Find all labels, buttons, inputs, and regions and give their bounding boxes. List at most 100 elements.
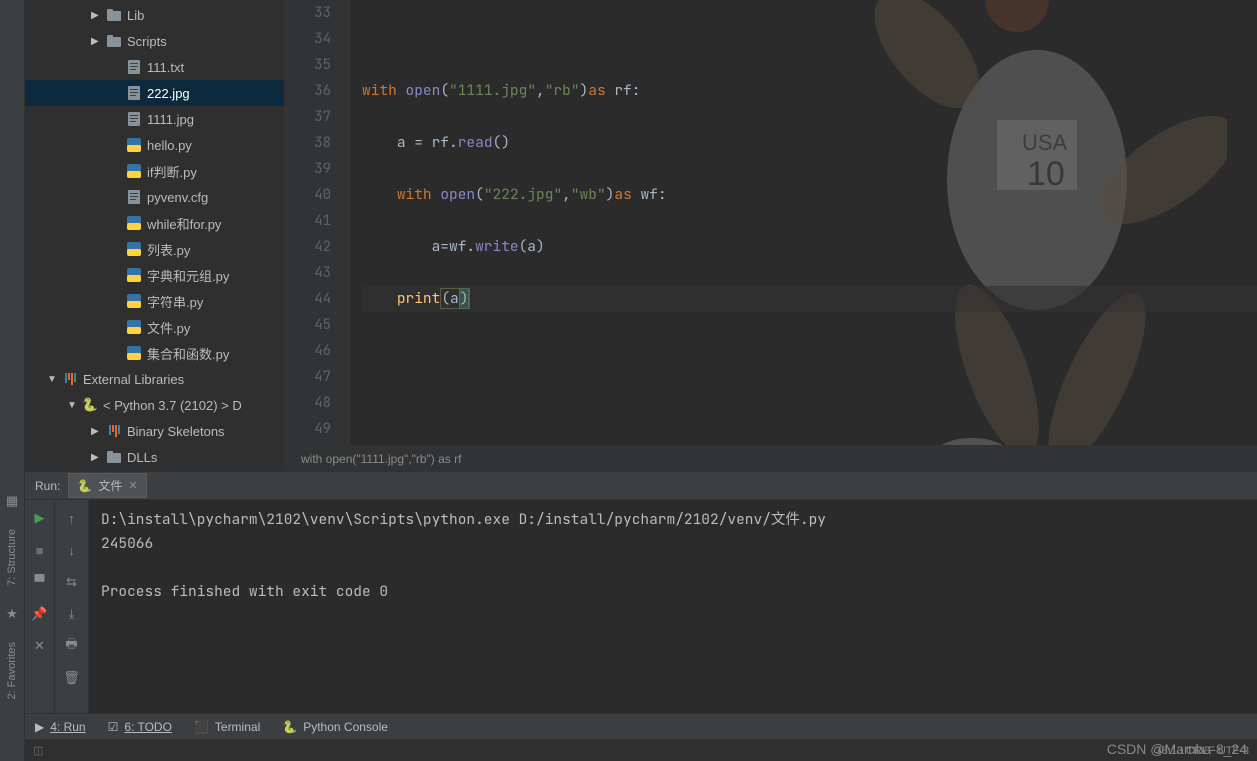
- breadcrumb[interactable]: with open("1111.jpg","rb") as rf: [285, 445, 1257, 471]
- favorites-tab[interactable]: 2: Favorites: [6, 630, 18, 711]
- expand-arrow-icon[interactable]: ▶: [91, 426, 105, 437]
- close-button[interactable]: ✕: [30, 636, 50, 656]
- pin-button[interactable]: 📌: [30, 604, 50, 624]
- expand-arrow-icon[interactable]: ▼: [47, 374, 61, 385]
- tree-row[interactable]: 1111.jpg: [25, 106, 284, 132]
- expand-arrow-icon[interactable]: ▼: [67, 400, 81, 411]
- py-icon: [125, 138, 143, 152]
- line-number: 42: [285, 234, 331, 260]
- tree-row[interactable]: ▶ Lib: [25, 2, 284, 28]
- run-panel: Run: 🐍 文件 ✕ ▶ ■ ▝▘ 📌 ✕ ↑ ↓ ⇆ ⤓ 🖶 🗑: [25, 471, 1257, 713]
- status-left-icon[interactable]: ◫: [33, 744, 43, 757]
- lib-icon: [105, 425, 123, 437]
- todo-tool-window-button[interactable]: ☑ 6: TODO: [108, 720, 172, 734]
- tree-row[interactable]: 字典和元组.py: [25, 262, 284, 288]
- tree-row[interactable]: ▶ Scripts: [25, 28, 284, 54]
- line-number: 37: [285, 104, 331, 130]
- tree-row[interactable]: ▼🐍< Python 3.7 (2102) > D: [25, 392, 284, 418]
- run-body: ▶ ■ ▝▘ 📌 ✕ ↑ ↓ ⇆ ⤓ 🖶 🗑 D:\install\pychar…: [25, 500, 1257, 713]
- tree-item-label: 集合和函数.py: [147, 344, 229, 363]
- line-number: 48: [285, 390, 331, 416]
- terminal-tool-window-button[interactable]: ⬛ Terminal: [194, 720, 260, 734]
- rerun-button[interactable]: ▶: [30, 508, 50, 528]
- structure-icon[interactable]: ▦: [6, 485, 18, 517]
- tree-row[interactable]: ▶ Binary Skeletons: [25, 418, 284, 444]
- line-number: 40: [285, 182, 331, 208]
- code-line: [362, 442, 1257, 445]
- scroll-to-end-button[interactable]: ⤓: [62, 604, 82, 624]
- tree-item-label: Lib: [127, 8, 144, 23]
- tree-row[interactable]: 222.jpg: [25, 80, 284, 106]
- tree-row[interactable]: 111.txt: [25, 54, 284, 80]
- code-editor[interactable]: USA 10 333435363738394041424344454647484…: [285, 0, 1257, 445]
- tree-item-label: Binary Skeletons: [127, 424, 225, 439]
- layout-button[interactable]: ▝▘: [30, 572, 50, 592]
- txt-icon: [125, 60, 143, 74]
- run-tool-window-button[interactable]: ▶ 4: Run: [35, 720, 86, 734]
- tree-row[interactable]: 字符串.py: [25, 288, 284, 314]
- python-console-button[interactable]: 🐍 Python Console: [282, 720, 388, 734]
- line-number: 44: [285, 286, 331, 312]
- py-icon: [125, 346, 143, 360]
- txt-icon: [125, 112, 143, 126]
- tree-row[interactable]: 集合和函数.py: [25, 340, 284, 366]
- expand-arrow-icon[interactable]: ▶: [91, 452, 105, 463]
- tree-item-label: Scripts: [127, 34, 167, 49]
- code-line: print(a): [362, 286, 1257, 312]
- code-content[interactable]: with open("1111.jpg","rb")as rf: a = rf.…: [350, 0, 1257, 445]
- line-number: 41: [285, 208, 331, 234]
- project-tree[interactable]: ▶ Lib ▶ Scripts 111.txt 222.jpg 1111.jpg hello.…: [25, 0, 285, 471]
- tree-item-label: pyvenv.cfg: [147, 190, 208, 205]
- down-arrow-icon[interactable]: ↓: [62, 540, 82, 560]
- tree-row[interactable]: 列表.py: [25, 236, 284, 262]
- run-toolbar-primary: ▶ ■ ▝▘ 📌 ✕: [25, 500, 55, 713]
- line-number: 34: [285, 26, 331, 52]
- terminal-icon: ⬛: [194, 720, 209, 734]
- folder-icon: [105, 9, 123, 21]
- tree-row[interactable]: 文件.py: [25, 314, 284, 340]
- run-header: Run: 🐍 文件 ✕: [25, 472, 1257, 500]
- line-number: 33: [285, 0, 331, 26]
- code-line: [362, 338, 1257, 364]
- code-line: [362, 26, 1257, 52]
- tree-item-label: < Python 3.7 (2102) > D: [103, 398, 242, 413]
- tree-item-label: 字符串.py: [147, 292, 203, 311]
- line-number: 38: [285, 130, 331, 156]
- tree-row[interactable]: pyvenv.cfg: [25, 184, 284, 210]
- tree-item-label: 222.jpg: [147, 86, 190, 101]
- code-line: with open("1111.jpg","rb")as rf:: [362, 78, 1257, 104]
- line-number: 49: [285, 416, 331, 442]
- code-line: [362, 390, 1257, 416]
- tree-row[interactable]: ▶DLLs: [25, 444, 284, 470]
- line-number: 46: [285, 338, 331, 364]
- todo-icon: ☑: [108, 720, 119, 734]
- tree-item-label: 字典和元组.py: [147, 266, 229, 285]
- expand-arrow-icon[interactable]: ▶: [91, 36, 105, 47]
- tree-row[interactable]: while和for.py: [25, 210, 284, 236]
- tree-item-label: hello.py: [147, 138, 192, 153]
- stop-button[interactable]: ■: [30, 540, 50, 560]
- run-label: Run:: [35, 479, 60, 493]
- tree-row[interactable]: hello.py: [25, 132, 284, 158]
- expand-arrow-icon[interactable]: ▶: [91, 10, 105, 21]
- tree-row[interactable]: if判断.py: [25, 158, 284, 184]
- line-number: 36: [285, 78, 331, 104]
- python-icon: 🐍: [77, 479, 92, 493]
- py-icon: [125, 164, 143, 178]
- run-output[interactable]: D:\install\pycharm\2102\venv\Scripts\pyt…: [89, 500, 1257, 713]
- tree-row[interactable]: ▼ External Libraries: [25, 366, 284, 392]
- tree-item-label: 1111.jpg: [147, 112, 194, 127]
- clear-button[interactable]: 🗑: [62, 668, 82, 688]
- print-button[interactable]: 🖶: [62, 636, 82, 656]
- soft-wrap-button[interactable]: ⇆: [62, 572, 82, 592]
- txt-icon: [125, 86, 143, 100]
- favorites-star-icon[interactable]: ★: [6, 598, 18, 630]
- structure-tab[interactable]: 7: Structure: [6, 517, 18, 598]
- up-arrow-icon[interactable]: ↑: [62, 508, 82, 528]
- tree-item-label: External Libraries: [83, 372, 184, 387]
- run-tab[interactable]: 🐍 文件 ✕: [68, 473, 146, 498]
- editor-area: USA 10 333435363738394041424344454647484…: [285, 0, 1257, 471]
- close-icon[interactable]: ✕: [128, 479, 137, 492]
- tree-item-label: if判断.py: [147, 162, 197, 181]
- py-icon: [125, 268, 143, 282]
